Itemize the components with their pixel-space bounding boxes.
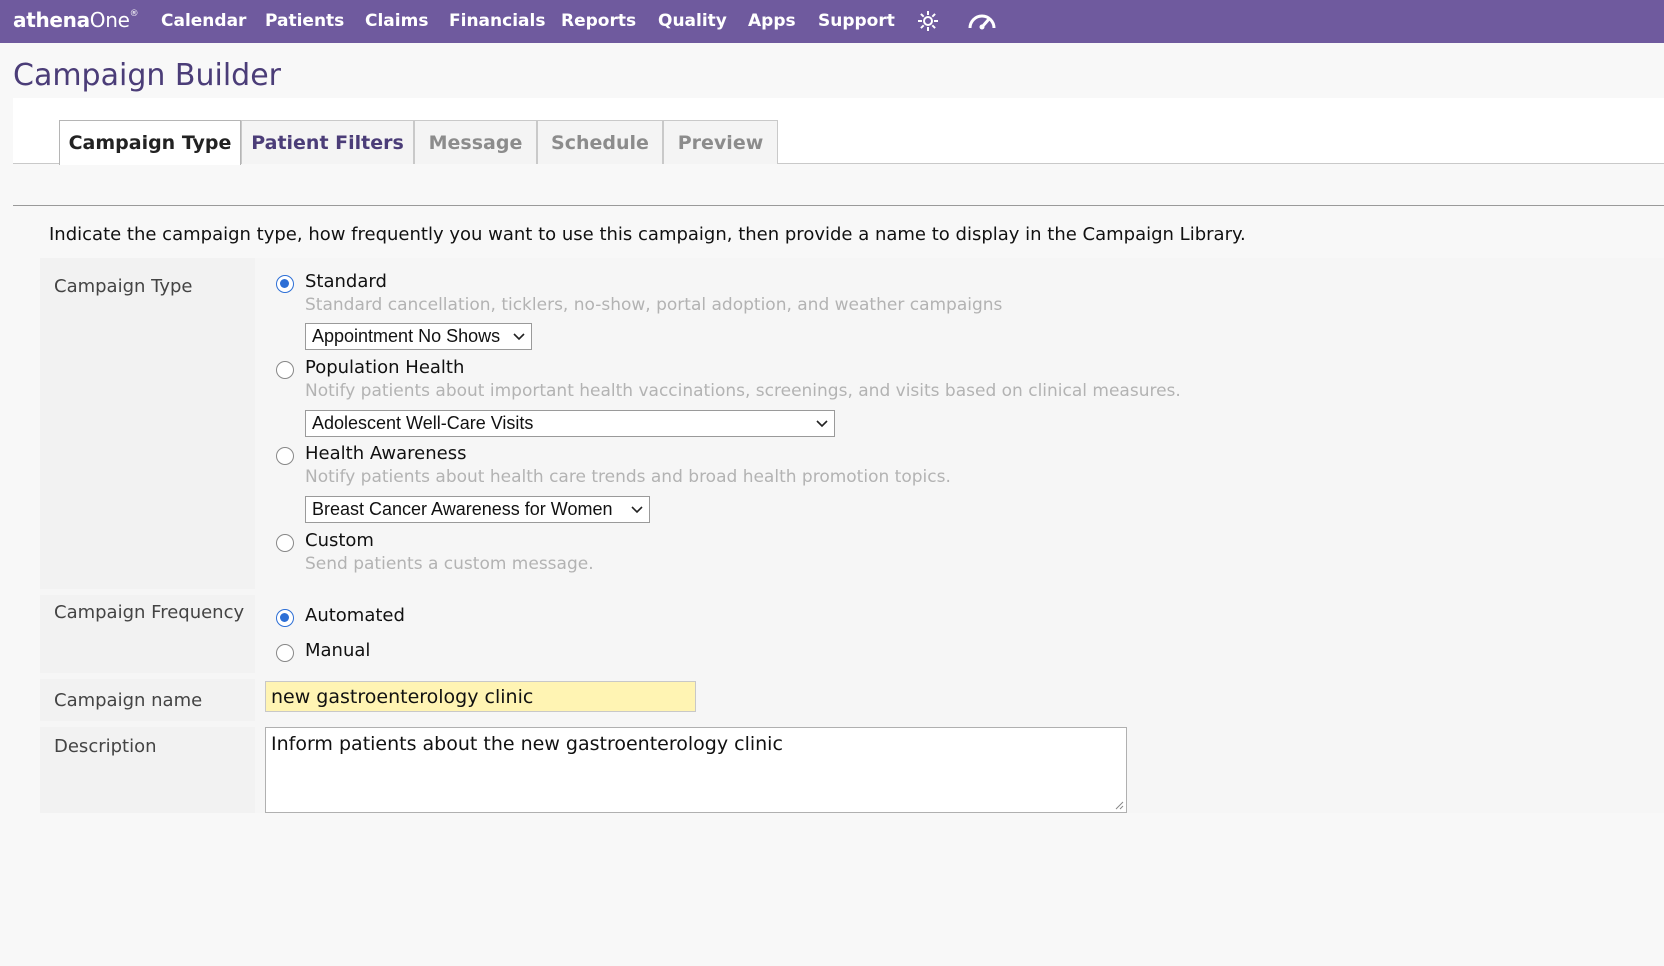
health-awareness-select-value: Breast Cancer Awareness for Women (312, 499, 613, 519)
nav-item-claims[interactable]: Claims (365, 11, 428, 31)
option-label-custom: Custom (305, 530, 374, 551)
tab-schedule[interactable]: Schedule (537, 120, 663, 164)
radio-automated[interactable] (276, 609, 294, 627)
label-cell-campaign-type (40, 258, 255, 589)
option-label-health-awareness: Health Awareness (305, 443, 467, 464)
option-description-health-awareness: Notify patients about health care trends… (305, 467, 951, 487)
page-title: Campaign Builder (13, 58, 282, 93)
athenaone-logo[interactable]: athenaOne® (13, 8, 139, 32)
chevron-down-icon (513, 333, 525, 341)
option-label-standard: Standard (305, 271, 387, 292)
radio-manual[interactable] (276, 644, 294, 662)
radio-population-health[interactable] (276, 361, 294, 379)
option-description-population-health: Notify patients about important health v… (305, 381, 1181, 401)
instructions-text: Indicate the campaign type, how frequent… (49, 224, 1246, 245)
population-health-select[interactable]: Adolescent Well-Care Visits (305, 410, 835, 437)
section-divider (13, 205, 1664, 206)
tab-message[interactable]: Message (414, 120, 537, 164)
logo-main-text: athena (13, 8, 90, 32)
radio-standard[interactable] (276, 275, 294, 293)
nav-item-financials[interactable]: Financials (449, 11, 545, 31)
tab-patient-filters[interactable]: Patient Filters (241, 120, 414, 164)
description-textarea[interactable]: Inform patients about the new gastroente… (265, 727, 1127, 813)
campaign-name-label: Campaign name (54, 690, 203, 711)
chevron-down-icon (816, 420, 828, 428)
logo-suffix-text: One (89, 8, 130, 32)
population-health-select-value: Adolescent Well-Care Visits (312, 413, 534, 433)
wizard-tab-bar: Campaign Type Patient Filters Message Sc… (13, 98, 1664, 165)
campaign-frequency-label: Campaign Frequency (54, 602, 245, 623)
chevron-down-icon (631, 506, 643, 514)
radio-health-awareness[interactable] (276, 447, 294, 465)
radio-custom[interactable] (276, 534, 294, 552)
nav-item-apps[interactable]: Apps (748, 11, 796, 31)
top-navigation-bar: athenaOne® Calendar Patients Claims Fina… (0, 0, 1664, 43)
nav-item-quality[interactable]: Quality (658, 11, 727, 31)
option-label-manual: Manual (305, 640, 371, 661)
resize-handle-icon[interactable] (1114, 800, 1124, 810)
nav-item-calendar[interactable]: Calendar (161, 11, 246, 31)
nav-item-reports[interactable]: Reports (561, 11, 636, 31)
description-value: Inform patients about the new gastroente… (271, 733, 783, 755)
health-awareness-select[interactable]: Breast Cancer Awareness for Women (305, 496, 650, 523)
standard-campaign-select[interactable]: Appointment No Shows (305, 323, 532, 350)
campaign-type-label: Campaign Type (54, 276, 193, 297)
option-label-population-health: Population Health (305, 357, 465, 378)
gear-icon[interactable] (916, 9, 942, 33)
speedometer-icon[interactable] (967, 9, 997, 33)
logo-registered-mark: ® (129, 9, 139, 19)
nav-item-support[interactable]: Support (818, 11, 895, 31)
option-description-custom: Send patients a custom message. (305, 554, 594, 574)
standard-campaign-select-value: Appointment No Shows (312, 326, 501, 346)
description-label: Description (54, 736, 157, 757)
option-label-automated: Automated (305, 605, 405, 626)
campaign-name-input[interactable]: new gastroenterology clinic (265, 681, 696, 712)
nav-item-patients[interactable]: Patients (265, 11, 344, 31)
tab-preview[interactable]: Preview (663, 120, 778, 164)
option-description-standard: Standard cancellation, ticklers, no-show… (305, 295, 1003, 315)
campaign-name-value: new gastroenterology clinic (271, 685, 534, 708)
tab-campaign-type[interactable]: Campaign Type (59, 120, 241, 165)
